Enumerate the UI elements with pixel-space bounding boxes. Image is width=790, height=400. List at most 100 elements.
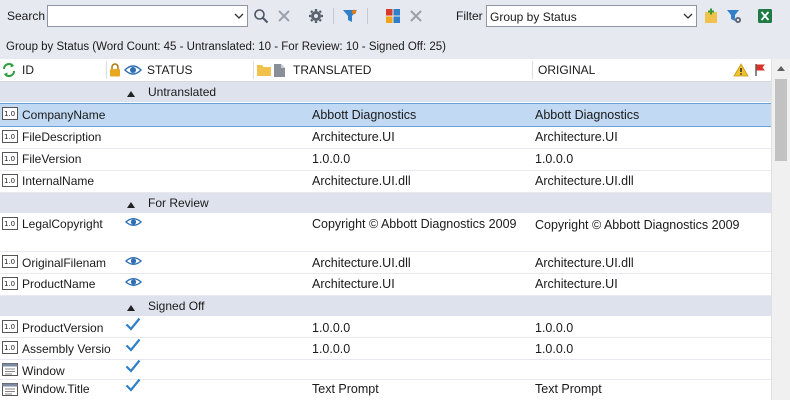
svg-text:1.0: 1.0 (4, 177, 15, 185)
svg-text:1.0: 1.0 (4, 323, 15, 331)
table-row[interactable]: 1.0 OriginalFilenam Architecture.UI.dll … (0, 252, 771, 274)
search-input[interactable] (47, 5, 248, 27)
group-label: Signed Off (148, 299, 205, 313)
filter-label: Filter (456, 9, 483, 23)
add-filter-icon[interactable] (702, 7, 720, 25)
scroll-up-arrow-icon[interactable] (772, 59, 790, 77)
dialog-resource-icon (2, 383, 18, 396)
string-resource-icon: 1.0 (2, 217, 18, 230)
vertical-scrollbar[interactable] (771, 59, 790, 400)
column-header-status[interactable]: STATUS (147, 59, 193, 81)
collapse-arrow-icon[interactable] (127, 300, 135, 314)
checkmark-icon[interactable] (125, 317, 141, 335)
row-translated[interactable]: Text Prompt (312, 381, 530, 397)
checkmark-icon[interactable] (125, 338, 141, 356)
row-original: 1.0.0.0 (535, 152, 574, 166)
row-translated[interactable]: Architecture.UI.dll (312, 255, 530, 271)
row-original: Text Prompt (535, 382, 602, 396)
toolbar-separator (367, 8, 368, 24)
group-row-untranslated[interactable]: Untranslated (0, 82, 771, 103)
table-row[interactable]: 1.0 InternalName Architecture.UI.dll Arc… (0, 171, 771, 193)
svg-text:1.0: 1.0 (4, 344, 15, 352)
collapse-arrow-icon[interactable] (127, 197, 135, 211)
collapse-arrow-icon[interactable] (127, 86, 135, 100)
svg-text:1.0: 1.0 (4, 133, 15, 141)
color-grid-icon[interactable] (384, 7, 402, 25)
clear-search-icon[interactable] (275, 7, 293, 25)
row-translated[interactable]: Copyright © Abbott Diagnostics 2009 (312, 216, 530, 232)
svg-text:1.0: 1.0 (4, 110, 15, 118)
eye-icon[interactable] (124, 255, 143, 271)
group-row-for-review[interactable]: For Review (0, 193, 771, 214)
string-resource-icon: 1.0 (2, 130, 18, 143)
excel-export-icon[interactable] (756, 7, 774, 25)
group-label: For Review (148, 196, 209, 210)
eye-icon[interactable] (124, 276, 143, 292)
table-row[interactable]: 1.0 CompanyName Abbott Diagnostics Abbot… (0, 103, 771, 127)
table-row[interactable]: 1.0 ProductVersion 1.0.0.0 1.0.0.0 (0, 317, 771, 338)
row-original: Abbott Diagnostics (535, 108, 640, 122)
row-id: FileVersion (22, 152, 82, 166)
translation-grid: Untranslated 1.0 CompanyName Abbott Diag… (0, 82, 771, 400)
row-id: Window (22, 364, 65, 378)
row-translated[interactable]: 1.0.0.0 (312, 341, 530, 357)
column-header-id[interactable]: ID (22, 59, 34, 81)
row-translated[interactable]: Architecture.UI.dll (312, 173, 530, 189)
row-original: Copyright © Abbott Diagnostics 2009 (535, 218, 740, 232)
dialog-resource-icon (2, 363, 18, 376)
column-header-translated[interactable]: TRANSLATED (293, 59, 371, 81)
row-id: LegalCopyright (22, 217, 103, 231)
svg-text:1.0: 1.0 (4, 280, 15, 288)
checkmark-icon[interactable] (125, 359, 141, 377)
scrollbar-thumb[interactable] (775, 79, 787, 161)
column-divider (532, 61, 533, 79)
filter-icon[interactable] (341, 7, 359, 25)
row-translated[interactable]: Architecture.UI (312, 276, 530, 292)
table-row[interactable]: Window.Title Text Prompt Text Prompt (0, 378, 771, 400)
lock-icon[interactable] (109, 59, 121, 81)
row-original: 1.0.0.0 (535, 321, 574, 335)
table-row[interactable]: 1.0 FileVersion 1.0.0.0 1.0.0.0 (0, 149, 771, 171)
svg-text:1.0: 1.0 (4, 155, 15, 163)
string-resource-icon: 1.0 (2, 255, 18, 268)
table-row[interactable]: 1.0 Assembly Versio 1.0.0.0 1.0.0.0 (0, 338, 771, 360)
eye-icon[interactable] (124, 59, 142, 81)
chevron-down-icon[interactable] (230, 6, 247, 26)
grid-header: ID STATUS TRANSLATED ORIGINAL (0, 59, 771, 82)
column-divider (253, 61, 254, 79)
string-resource-icon: 1.0 (2, 174, 18, 187)
warning-icon[interactable] (733, 59, 749, 81)
eye-icon[interactable] (124, 216, 143, 232)
svg-text:1.0: 1.0 (4, 258, 15, 266)
row-translated[interactable]: 1.0.0.0 (312, 151, 530, 167)
row-id: FileDescription (22, 130, 102, 144)
row-original: 1.0.0.0 (535, 342, 574, 356)
string-resource-icon: 1.0 (2, 320, 18, 333)
filter-select[interactable]: Group by Status (486, 5, 697, 27)
row-id: ProductName (22, 277, 96, 291)
folder-icon[interactable] (256, 59, 272, 81)
search-icon[interactable] (252, 7, 270, 25)
row-translated[interactable]: Abbott Diagnostics (312, 107, 530, 123)
document-icon[interactable] (273, 59, 286, 81)
table-row[interactable]: 1.0 ProductName Architecture.UI Architec… (0, 274, 771, 296)
chevron-down-icon[interactable] (679, 6, 696, 26)
string-resource-icon: 1.0 (2, 277, 18, 290)
table-row[interactable]: 1.0 FileDescription Architecture.UI Arch… (0, 127, 771, 149)
clear-grouping-icon[interactable] (407, 7, 425, 25)
table-row[interactable]: Window (0, 359, 771, 380)
table-row[interactable]: 1.0 LegalCopyright Copyright © Abbott Di… (0, 214, 771, 252)
filter-settings-icon[interactable] (725, 7, 743, 25)
group-summary-text: Group by Status (Word Count: 45 - Untran… (6, 41, 446, 53)
checkmark-icon[interactable] (125, 378, 141, 396)
toolbar: Search Filter Group by Status (0, 0, 790, 34)
row-translated[interactable]: 1.0.0.0 (312, 320, 530, 336)
gear-icon[interactable] (307, 7, 325, 25)
group-row-signed-off[interactable]: Signed Off (0, 296, 771, 317)
toolbar-separator (333, 8, 334, 24)
flag-icon[interactable] (754, 59, 766, 81)
refresh-icon[interactable] (1, 59, 17, 81)
column-header-original[interactable]: ORIGINAL (538, 59, 595, 81)
row-id: OriginalFilenam (22, 256, 107, 270)
row-translated[interactable]: Architecture.UI (312, 129, 530, 145)
